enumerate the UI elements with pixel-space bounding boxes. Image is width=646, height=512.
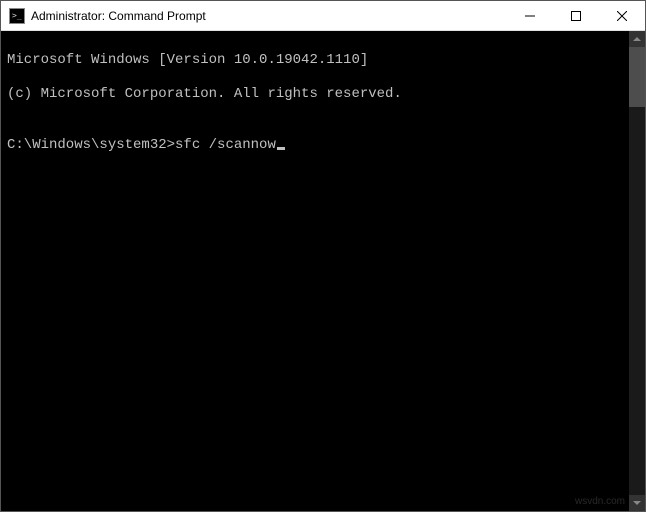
minimize-icon: [525, 11, 535, 21]
console-prompt-line[interactable]: C:\Windows\system32>sfc /scannow: [7, 137, 623, 154]
scroll-thumb[interactable]: [629, 47, 645, 107]
window-title: Administrator: Command Prompt: [31, 9, 507, 23]
console-area[interactable]: Microsoft Windows [Version 10.0.19042.11…: [1, 31, 645, 511]
scroll-up-button[interactable]: [629, 31, 645, 47]
console-output[interactable]: Microsoft Windows [Version 10.0.19042.11…: [1, 31, 629, 511]
chevron-up-icon: [633, 37, 641, 41]
maximize-icon: [571, 11, 581, 21]
console-header-line-2: (c) Microsoft Corporation. All rights re…: [7, 86, 623, 103]
minimize-button[interactable]: [507, 1, 553, 30]
titlebar[interactable]: >_ Administrator: Command Prompt: [1, 1, 645, 31]
close-button[interactable]: [599, 1, 645, 30]
close-icon: [617, 11, 627, 21]
window-controls: [507, 1, 645, 30]
command-prompt-window: >_ Administrator: Command Prompt: [0, 0, 646, 512]
console-header-line-1: Microsoft Windows [Version 10.0.19042.11…: [7, 52, 623, 69]
cmd-icon: >_: [9, 8, 25, 24]
scroll-down-button[interactable]: [629, 495, 645, 511]
vertical-scrollbar[interactable]: [629, 31, 645, 511]
chevron-down-icon: [633, 501, 641, 505]
console-prompt: C:\Windows\system32>: [7, 137, 175, 153]
text-cursor: [277, 147, 285, 150]
console-command: sfc /scannow: [175, 137, 276, 153]
svg-text:>_: >_: [12, 11, 22, 20]
maximize-button[interactable]: [553, 1, 599, 30]
